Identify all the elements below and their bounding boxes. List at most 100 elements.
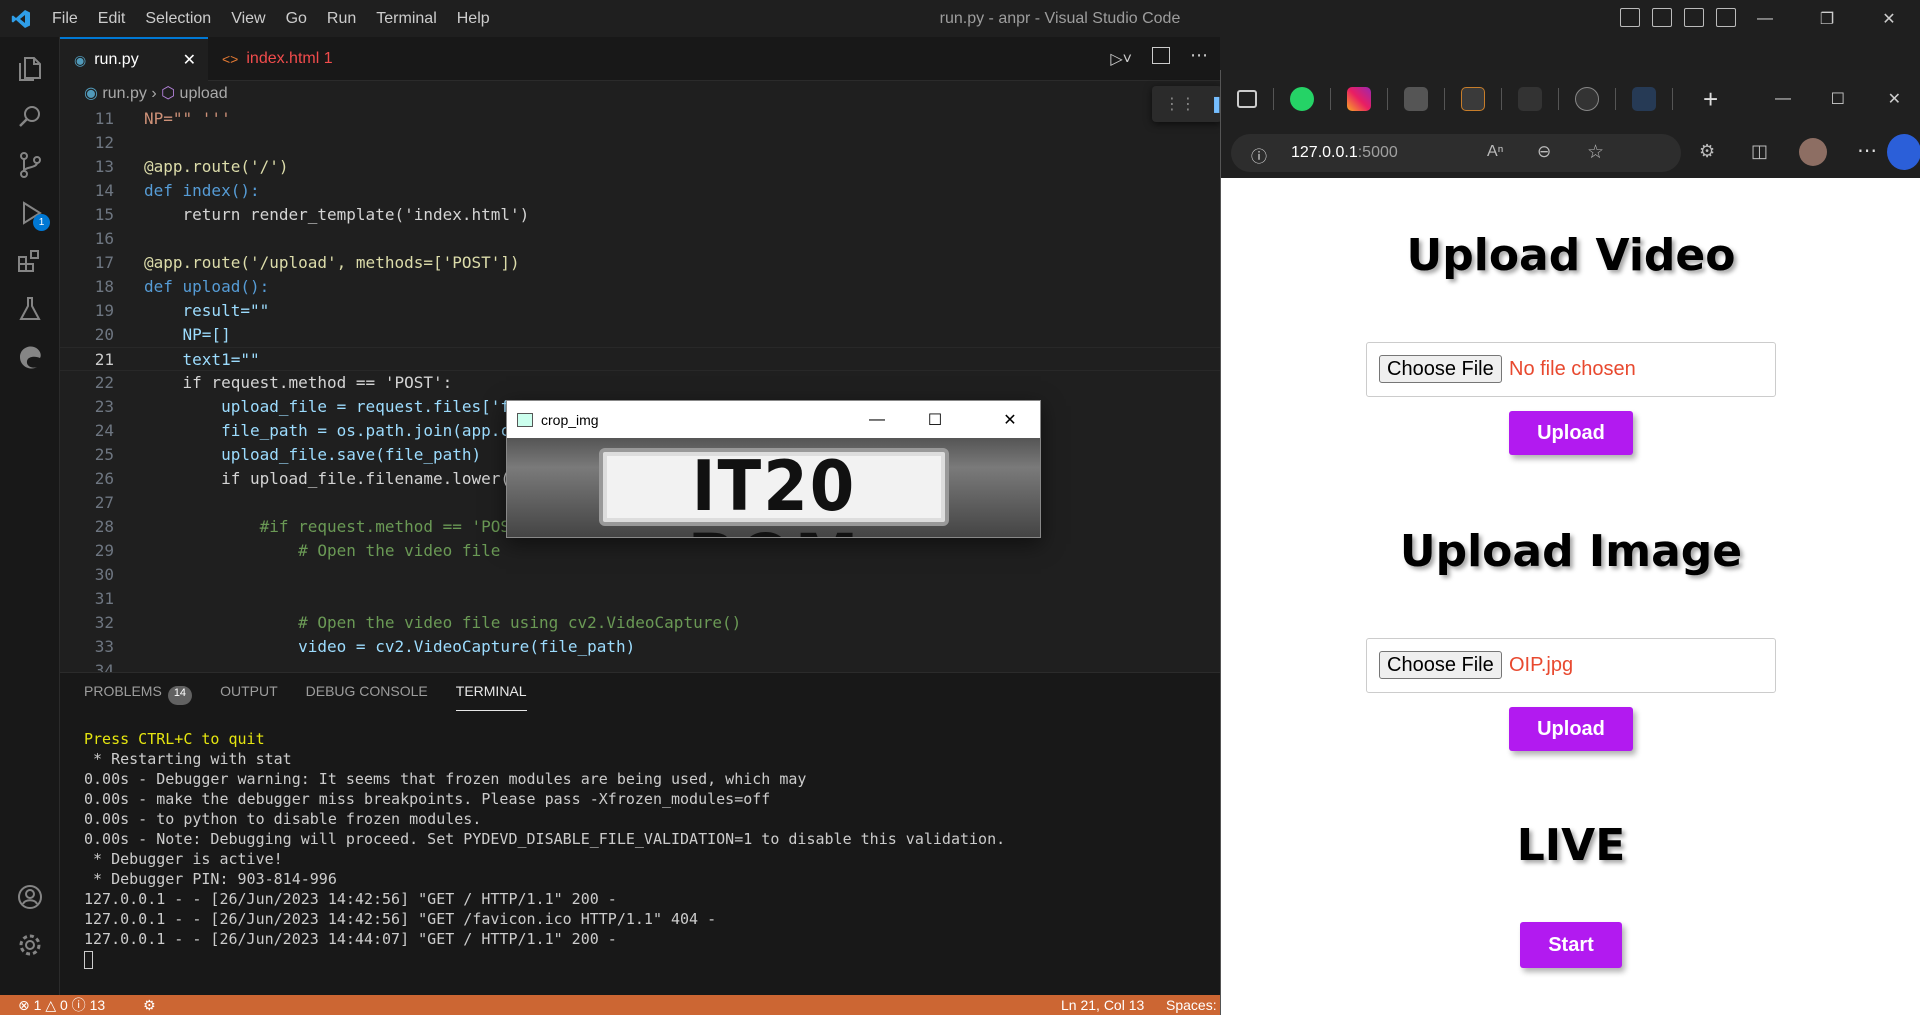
- terminal-output[interactable]: Press CTRL+C to quit * Restarting with s…: [84, 729, 1005, 969]
- code-line: 31: [94, 589, 114, 608]
- bottom-panel: PROBLEMS 14 OUTPUT DEBUG CONSOLE TERMINAL…: [60, 672, 1220, 995]
- stackoverflow-tab-icon[interactable]: [1461, 87, 1485, 111]
- breadcrumb-file[interactable]: run.py: [102, 85, 146, 102]
- url-field[interactable]: ⓘ 127.0.0.1:5000 Aⁿ ⊖ ☆: [1231, 134, 1681, 172]
- toggle-primary-sidebar-icon[interactable]: [1620, 8, 1640, 27]
- info-icon: ⓘ: [71, 997, 86, 1013]
- search-icon[interactable]: [10, 97, 50, 137]
- terminal-line: 127.0.0.1 - - [26/Jun/2023 14:44:07] "GE…: [84, 930, 617, 948]
- menu-help[interactable]: Help: [447, 0, 500, 37]
- chatgpt-tab-icon[interactable]: [1575, 87, 1599, 111]
- whatsapp-tab-icon[interactable]: [1290, 87, 1314, 111]
- debug-toolbar: ⋮⋮ ❚❚: [1152, 86, 1237, 122]
- image-file-input[interactable]: Choose File OIP.jpg: [1366, 638, 1776, 693]
- extensions-icon[interactable]: ⚙: [1699, 141, 1715, 162]
- close-tab-icon[interactable]: ✕: [183, 50, 196, 70]
- choose-video-file-button[interactable]: Choose File: [1379, 355, 1502, 383]
- run-python-file-icon[interactable]: ▷˅: [1110, 49, 1132, 69]
- run-debug-icon[interactable]: 1: [10, 193, 50, 233]
- maximize-icon[interactable]: ☐: [1831, 89, 1845, 109]
- more-actions-icon[interactable]: ⋯: [1190, 45, 1208, 66]
- testing-icon[interactable]: [10, 289, 50, 329]
- drag-handle-icon[interactable]: ⋮⋮: [1164, 94, 1196, 114]
- tab-label: index.html 1: [246, 50, 333, 67]
- tab-run-py[interactable]: ◉ run.py ✕: [60, 37, 208, 81]
- bing-copilot-icon[interactable]: [1887, 134, 1920, 170]
- menu-selection[interactable]: Selection: [135, 0, 221, 37]
- code-line: 12: [94, 133, 114, 152]
- upload-video-button[interactable]: Upload: [1509, 411, 1633, 455]
- code-line: 13 @app.route('/'): [94, 157, 289, 176]
- edge-devtools-icon[interactable]: [10, 337, 50, 377]
- video-file-input[interactable]: Choose File No file chosen: [1366, 342, 1776, 397]
- breadcrumb: ◉ run.py › ⬡ upload: [60, 81, 1220, 107]
- settings-more-icon[interactable]: ⋯: [1857, 138, 1877, 163]
- menu-go[interactable]: Go: [276, 0, 317, 37]
- minimize-icon[interactable]: —: [1775, 90, 1791, 108]
- accounts-icon[interactable]: [10, 877, 50, 917]
- problems-status[interactable]: ⊗ 1 △ 0 ⓘ 13: [18, 995, 105, 1015]
- minimize-icon[interactable]: —: [1734, 0, 1796, 37]
- code-line: 34: [94, 661, 114, 672]
- toggle-secondary-sidebar-icon[interactable]: [1684, 8, 1704, 27]
- explorer-icon[interactable]: [10, 49, 50, 89]
- tab-terminal[interactable]: TERMINAL: [455, 683, 527, 711]
- terminal-line: 127.0.0.1 - - [26/Jun/2023 14:42:56] "GE…: [84, 890, 617, 908]
- menu-file[interactable]: File: [42, 0, 88, 37]
- read-aloud-icon[interactable]: Aⁿ: [1487, 143, 1504, 161]
- manage-gear-icon[interactable]: [10, 925, 50, 965]
- toggle-panel-icon[interactable]: [1652, 8, 1672, 27]
- panel-tabs: PROBLEMS 14 OUTPUT DEBUG CONSOLE TERMINAL: [84, 683, 527, 711]
- favorite-star-icon[interactable]: ☆: [1587, 141, 1604, 164]
- menu-edit[interactable]: Edit: [88, 0, 136, 37]
- indentation-status[interactable]: Spaces:: [1166, 995, 1217, 1015]
- menu-terminal[interactable]: Terminal: [366, 0, 446, 37]
- tab-index-html[interactable]: <> index.html 1: [208, 37, 368, 81]
- customize-layout-icon[interactable]: [1716, 8, 1736, 27]
- editor-tab-bar: ◉ run.py ✕ <> index.html 1 ▷˅ ⋯: [60, 37, 1220, 81]
- tab-output[interactable]: OUTPUT: [220, 683, 278, 711]
- chevron-right-icon: ›: [151, 85, 157, 102]
- formula-tab-icon[interactable]: [1518, 87, 1542, 111]
- debug-status-icon[interactable]: ⚙: [143, 995, 156, 1015]
- profile-avatar[interactable]: [1799, 138, 1827, 166]
- cursor-position[interactable]: Ln 21, Col 13: [1061, 995, 1144, 1015]
- close-icon[interactable]: ✕: [981, 401, 1039, 438]
- start-live-button[interactable]: Start: [1520, 922, 1622, 968]
- site-info-icon[interactable]: ⓘ: [1251, 143, 1267, 167]
- license-plate: IT20 BOM: [599, 448, 949, 537]
- code-line: 16: [94, 229, 114, 248]
- code-editor[interactable]: 11 NP="" ''' 12 13 @app.route('/') 14 def i…: [60, 107, 1220, 672]
- extensions-icon[interactable]: [10, 241, 50, 281]
- menu-run[interactable]: Run: [317, 0, 366, 37]
- split-editor-icon[interactable]: [1152, 47, 1170, 64]
- tab-actions-icon[interactable]: [1237, 90, 1257, 108]
- cc-tab-icon[interactable]: [1404, 87, 1428, 111]
- code-line: 18 def upload():: [94, 277, 270, 296]
- choose-image-file-button[interactable]: Choose File: [1379, 651, 1502, 679]
- cropped-plate-image: IT20 BOM: [507, 438, 1040, 537]
- new-tab-icon[interactable]: +: [1703, 84, 1718, 115]
- tab-label: run.py: [94, 51, 139, 68]
- instagram-tab-icon[interactable]: [1347, 87, 1371, 111]
- crop-window-titlebar: crop_img — ☐ ✕: [507, 401, 1040, 438]
- maximize-icon[interactable]: ☐: [906, 401, 964, 438]
- source-control-icon[interactable]: [10, 145, 50, 185]
- window-controls: — ❐ ✕: [1734, 0, 1920, 37]
- restore-icon[interactable]: ❐: [1796, 0, 1858, 37]
- minimize-icon[interactable]: —: [848, 401, 906, 438]
- tab-debug-console[interactable]: DEBUG CONSOLE: [306, 683, 428, 711]
- breadcrumb-symbol[interactable]: upload: [180, 85, 228, 102]
- code-line: 17 @app.route('/upload', methods=['POST']…: [94, 253, 520, 272]
- close-icon[interactable]: ✕: [1858, 0, 1920, 37]
- crop-window-title: crop_img: [541, 411, 599, 428]
- html-icon: <>: [222, 51, 239, 67]
- active-tab-icon[interactable]: [1632, 87, 1656, 111]
- menu-view[interactable]: View: [221, 0, 275, 37]
- window-title: run.py - anpr - Visual Studio Code: [939, 10, 1181, 27]
- upload-image-button[interactable]: Upload: [1509, 707, 1633, 751]
- zoom-icon[interactable]: ⊖: [1537, 142, 1551, 162]
- vscode-logo-icon: [0, 0, 42, 37]
- close-icon[interactable]: ✕: [1888, 89, 1901, 109]
- tab-problems[interactable]: PROBLEMS 14: [84, 683, 193, 711]
